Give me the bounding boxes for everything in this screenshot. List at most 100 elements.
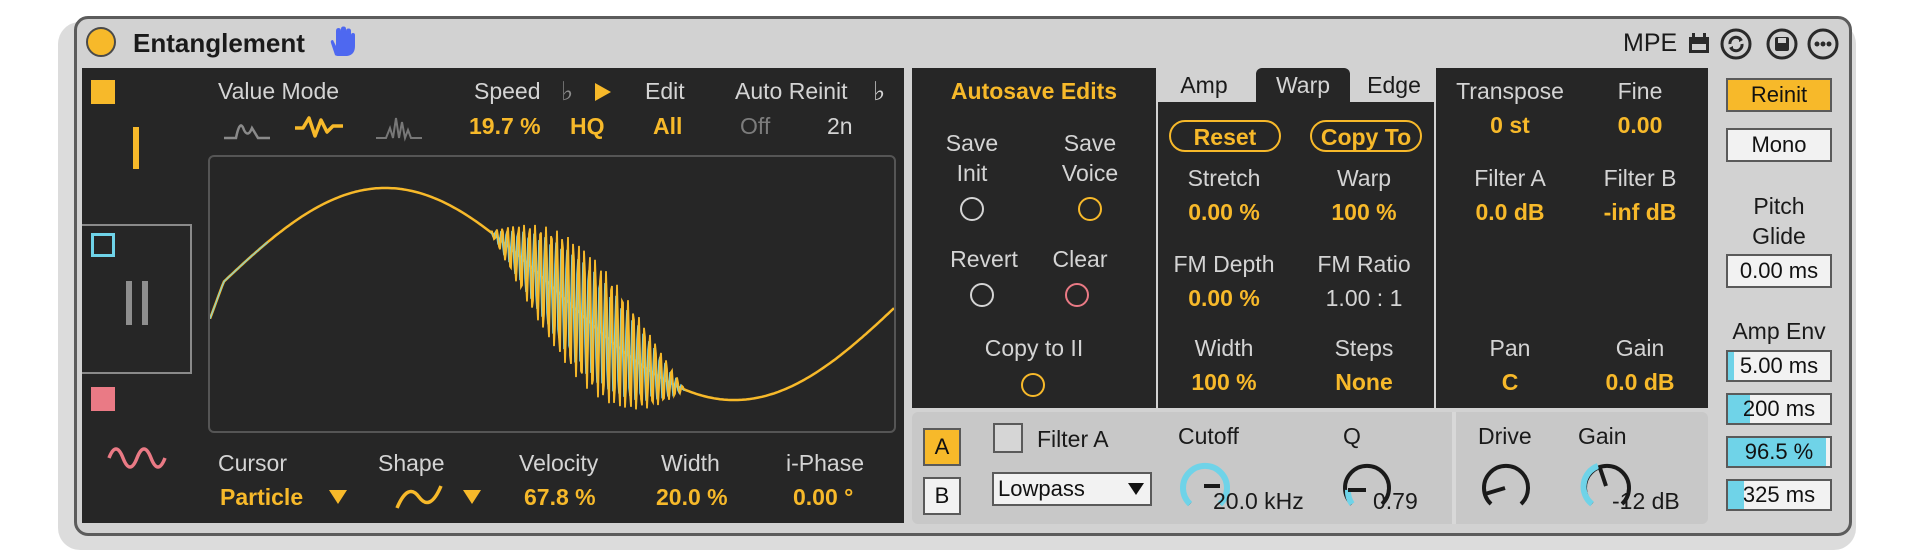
q-value[interactable]: 0.79 [1373,488,1418,515]
reset-button[interactable]: Reset [1169,120,1281,152]
value-mode-peaks-icon[interactable] [222,114,272,142]
filter-type-value: Lowpass [998,476,1085,501]
tab-edge[interactable]: Edge [1353,68,1435,102]
edit-label: Edit [645,78,685,104]
quality-value[interactable]: HQ [570,113,605,140]
value-mode-label: Value Mode [218,78,340,104]
cutoff-value[interactable]: 20.0 kHz [1213,488,1304,515]
value-mode-wave-icon[interactable] [293,112,345,142]
width-label: Width [661,450,720,476]
amp-env-attack-value: 5.00 ms [1739,353,1819,378]
fine-value[interactable]: 0.00 [1618,112,1663,139]
cutoff-label: Cutoff [1178,423,1239,449]
filter-gain-value[interactable]: -12 dB [1612,488,1680,515]
fm-ratio-value[interactable]: 1.00 : 1 [1326,285,1403,312]
save-voice-label-1: Save [1063,130,1117,156]
tab-amp[interactable]: Amp [1164,68,1244,102]
warp-width-value[interactable]: 100 % [1191,369,1256,396]
filter-enable-checkbox[interactable] [993,423,1023,453]
more-icon[interactable] [1806,27,1840,61]
osc-3-square[interactable] [91,387,115,411]
fm-depth-value[interactable]: 0.00 % [1188,285,1260,312]
shape-curve-icon[interactable] [394,480,444,514]
width-value[interactable]: 20.0 % [656,484,728,511]
save-init-label-1: Save [945,130,999,156]
filter-divider [1452,412,1456,524]
amp-env-release-value: 325 ms [1742,482,1816,507]
shape-label: Shape [378,450,445,476]
pitch-glide-field[interactable]: 0.00 ms [1726,254,1832,288]
filter-b-select-button[interactable]: B [923,477,961,515]
cursor-dropdown-icon[interactable] [328,488,348,506]
waveform-plot [210,186,894,410]
filter-enable-label: Filter A [1037,426,1109,452]
save-init-button[interactable] [960,197,984,221]
osc-1-square[interactable] [91,80,115,104]
amp-env-release-field[interactable]: 325 ms [1726,479,1832,511]
sync-icon[interactable] [1719,27,1753,61]
steps-value[interactable]: None [1335,369,1393,396]
drive-knob[interactable] [1477,456,1533,512]
stretch-value[interactable]: 0.00 % [1188,199,1260,226]
mix-gain-value[interactable]: 0.0 dB [1605,369,1674,396]
fm-depth-label: FM Depth [1173,251,1275,277]
device-title: Entanglement [133,28,305,58]
pan-value[interactable]: C [1502,369,1519,396]
fm-ratio-label: FM Ratio [1317,251,1411,277]
amp-env-sustain-value: 96.5 % [1744,439,1814,464]
copy-to-button[interactable]: Copy To [1310,120,1422,152]
filter-a-level-label: Filter A [1474,165,1546,191]
clear-button[interactable] [1065,283,1089,307]
speed-label: Speed [474,78,541,104]
auto-reinit-value[interactable]: 2n [827,113,853,140]
filter-a-level-value[interactable]: 0.0 dB [1475,199,1544,226]
velocity-label: Velocity [519,450,599,476]
save-icon[interactable] [1765,27,1799,61]
power-icon[interactable] [86,27,116,57]
filter-a-select-button[interactable]: A [923,428,961,466]
speed-value[interactable]: 19.7 % [469,113,541,140]
calendar-icon[interactable] [1686,31,1712,57]
edit-value[interactable]: All [653,113,682,140]
amp-env-decay-field[interactable]: 200 ms [1726,393,1832,425]
sine-wave-icon [107,447,167,469]
pitch-glide-label-1: Pitch [1753,193,1805,219]
play-icon[interactable] [593,82,613,102]
filter-b-level-value[interactable]: -inf dB [1604,199,1677,226]
mix-panel [1436,68,1708,408]
cursor-label: Cursor [218,450,288,476]
amp-env-attack-fill [1728,352,1735,380]
revert-button[interactable] [970,283,994,307]
velocity-value[interactable]: 67.8 % [524,484,596,511]
speed-note-icon[interactable]: ♭ [561,76,573,107]
filter-b-level-label: Filter B [1603,165,1677,191]
cursor-value[interactable]: Particle [220,484,303,511]
value-mode-spectrum-icon[interactable] [374,112,424,142]
stretch-label: Stretch [1187,165,1261,191]
save-voice-button[interactable] [1078,197,1102,221]
tab-warp[interactable]: Warp [1256,68,1350,102]
mpe-label[interactable]: MPE [1623,29,1677,58]
amp-env-sustain-field[interactable]: 96.5 % [1726,436,1832,468]
amp-env-attack-field[interactable]: 5.00 ms [1726,350,1832,382]
transpose-value[interactable]: 0 st [1490,112,1530,139]
iphase-value[interactable]: 0.00 ° [793,484,853,511]
auto-reinit-note-icon[interactable]: ♭ [873,76,885,107]
mono-button[interactable]: Mono [1726,128,1832,162]
save-init-label-2: Init [956,160,988,186]
filter-type-dropdown-icon[interactable] [1127,481,1145,497]
warp-value[interactable]: 100 % [1331,199,1396,226]
autosave-edits-button[interactable]: Autosave Edits [951,78,1117,105]
warp-label: Warp [1336,165,1392,191]
revert-label: Revert [950,246,1018,272]
shape-dropdown-icon[interactable] [462,488,482,506]
reinit-button[interactable]: Reinit [1726,78,1832,112]
auto-reinit-off[interactable]: Off [740,113,770,140]
fine-label: Fine [1617,78,1663,104]
transpose-label: Transpose [1456,78,1564,104]
hand-icon[interactable] [325,25,359,59]
copy-to-ii-button[interactable] [1021,373,1045,397]
osc-2-glyph-a [126,281,132,325]
osc-2-square[interactable] [91,233,115,257]
drive-label: Drive [1478,423,1532,449]
